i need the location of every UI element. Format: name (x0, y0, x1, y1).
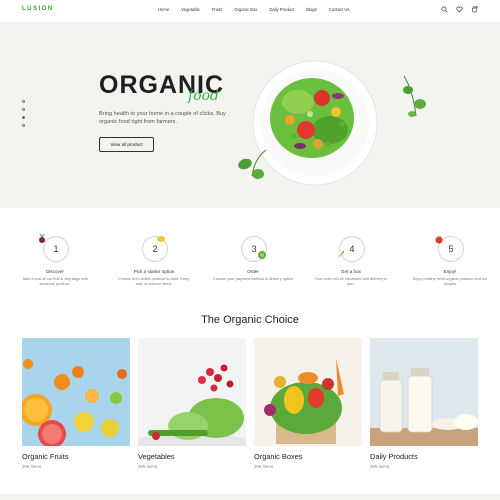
tomato-icon (435, 236, 443, 244)
category-card-daily-products[interactable]: Daily Products 306 items (370, 338, 478, 478)
cart-icon[interactable] (471, 6, 478, 13)
search-icon[interactable] (441, 6, 448, 13)
section-title: The Organic Choice (201, 314, 299, 326)
vegetables-image[interactable] (138, 338, 246, 446)
step-description: Enjoy healthy fresh organic produce and … (412, 277, 488, 287)
slider-dot[interactable] (22, 124, 25, 127)
site-logo[interactable]: LUSION (22, 6, 54, 12)
daily-products-image[interactable] (370, 338, 478, 446)
nav-vegetable[interactable]: Vegetable (181, 7, 200, 12)
step-title: Enjoy! (443, 269, 457, 274)
category-title[interactable]: Organic Boxes (254, 452, 302, 461)
step-description: Your order will be harvested and deliver… (314, 277, 388, 287)
nav-home[interactable]: Home (158, 7, 169, 12)
nav-organic-box[interactable]: Organic Box (234, 7, 257, 12)
slider-dot-active[interactable] (22, 116, 25, 119)
main-nav: Home Vegetable Fruits Organic Box Daily … (158, 7, 361, 12)
step-description: Choose your payment method & delivery op… (213, 277, 293, 281)
category-cards: Organic Fruits 306 items Vegetables 306 … (22, 338, 480, 478)
pea-sprout-right-decoration (403, 75, 426, 117)
slider-dots (22, 100, 25, 127)
slider-dot[interactable] (22, 108, 25, 111)
category-count: 306 items (254, 464, 274, 469)
category-count: 306 items (22, 464, 42, 469)
category-card-organic-boxes[interactable]: Organic Boxes 306 items (254, 338, 362, 478)
next-section-peek (0, 494, 500, 500)
organic-fruits-image[interactable] (22, 338, 130, 446)
category-title[interactable]: Organic Fruits (22, 452, 68, 461)
how-it-works-steps: 1 Discover Take a look at our fruit & Ve… (0, 208, 500, 308)
hero-banner: ORGANIC food Bring health to your home i… (0, 22, 500, 208)
nav-fruits[interactable]: Fruits (212, 7, 222, 12)
heart-icon[interactable] (456, 6, 463, 13)
step-description: Choose from select produce to start. Kee… (117, 277, 191, 287)
step-description: Take a look at our fruit & Veg bags with… (22, 277, 88, 287)
cabbage-icon (258, 251, 266, 259)
category-card-vegetables[interactable]: Vegetables 306 items (138, 338, 246, 478)
step-title: Pick a starter option (133, 269, 175, 274)
nav-blogs[interactable]: Blogs (306, 7, 316, 12)
step-title: Discover (46, 269, 64, 274)
nav-daily-product[interactable]: Daily Product (269, 7, 294, 12)
category-title[interactable]: Vegetables (138, 452, 175, 461)
header-actions (441, 6, 478, 13)
view-all-product-button[interactable]: View all product (99, 137, 154, 152)
lemon-icon (157, 236, 165, 242)
hero-subtitle: Bring health to your home in a couple of… (99, 111, 226, 125)
category-count: 306 items (138, 464, 158, 469)
nav-contact-us[interactable]: Contact Us (329, 7, 350, 12)
category-card-organic-fruits[interactable]: Organic Fruits 306 items (22, 338, 130, 478)
hero-script-word: food (188, 88, 220, 104)
step-title: Order (247, 269, 259, 274)
slider-dot[interactable] (22, 100, 25, 103)
pea-sprout-left-decoration (238, 149, 267, 179)
carrot-icon (337, 250, 345, 258)
category-count: 306 items (370, 464, 390, 469)
site-header: LUSION Home Vegetable Fruits Organic Box… (0, 0, 500, 22)
beetroot-icon (39, 234, 45, 243)
organic-boxes-image[interactable] (254, 338, 362, 446)
category-title[interactable]: Daily Products (370, 452, 418, 461)
step-title: Get a box (341, 269, 361, 274)
